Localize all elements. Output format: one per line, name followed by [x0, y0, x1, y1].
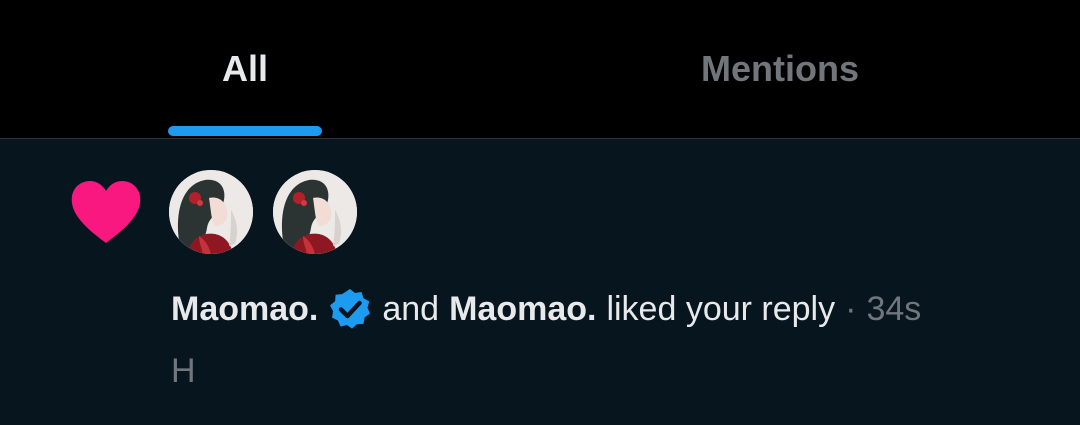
avatar-image — [273, 170, 357, 254]
conjunction-text: and — [382, 290, 440, 328]
avatar[interactable] — [169, 170, 253, 254]
notification-tabs: All Mentions — [0, 0, 1080, 139]
action-text: liked your reply — [606, 290, 836, 328]
notifications-screen: All Mentions Maomao. and Maomao. liked y… — [0, 0, 1080, 425]
tab-all-label: All — [222, 48, 269, 89]
notification-text: Maomao. and Maomao. liked your reply · 3… — [171, 286, 921, 332]
like-notification[interactable]: Maomao. and Maomao. liked your reply · 3… — [0, 139, 1080, 425]
user-name-link[interactable]: Maomao. — [449, 286, 596, 332]
tab-mentions[interactable]: Mentions — [490, 0, 1080, 138]
tab-all[interactable]: All — [0, 0, 490, 138]
avatar-image — [169, 170, 253, 254]
reply-preview: H — [171, 352, 196, 390]
heart-icon — [71, 181, 141, 243]
avatar[interactable] — [273, 170, 357, 254]
verified-badge-icon — [330, 289, 371, 329]
timestamp: 34s — [866, 290, 922, 328]
user-name-link[interactable]: Maomao. — [171, 286, 318, 332]
active-tab-indicator — [168, 126, 322, 136]
tab-mentions-label: Mentions — [701, 48, 859, 89]
separator-dot: · — [845, 290, 857, 328]
